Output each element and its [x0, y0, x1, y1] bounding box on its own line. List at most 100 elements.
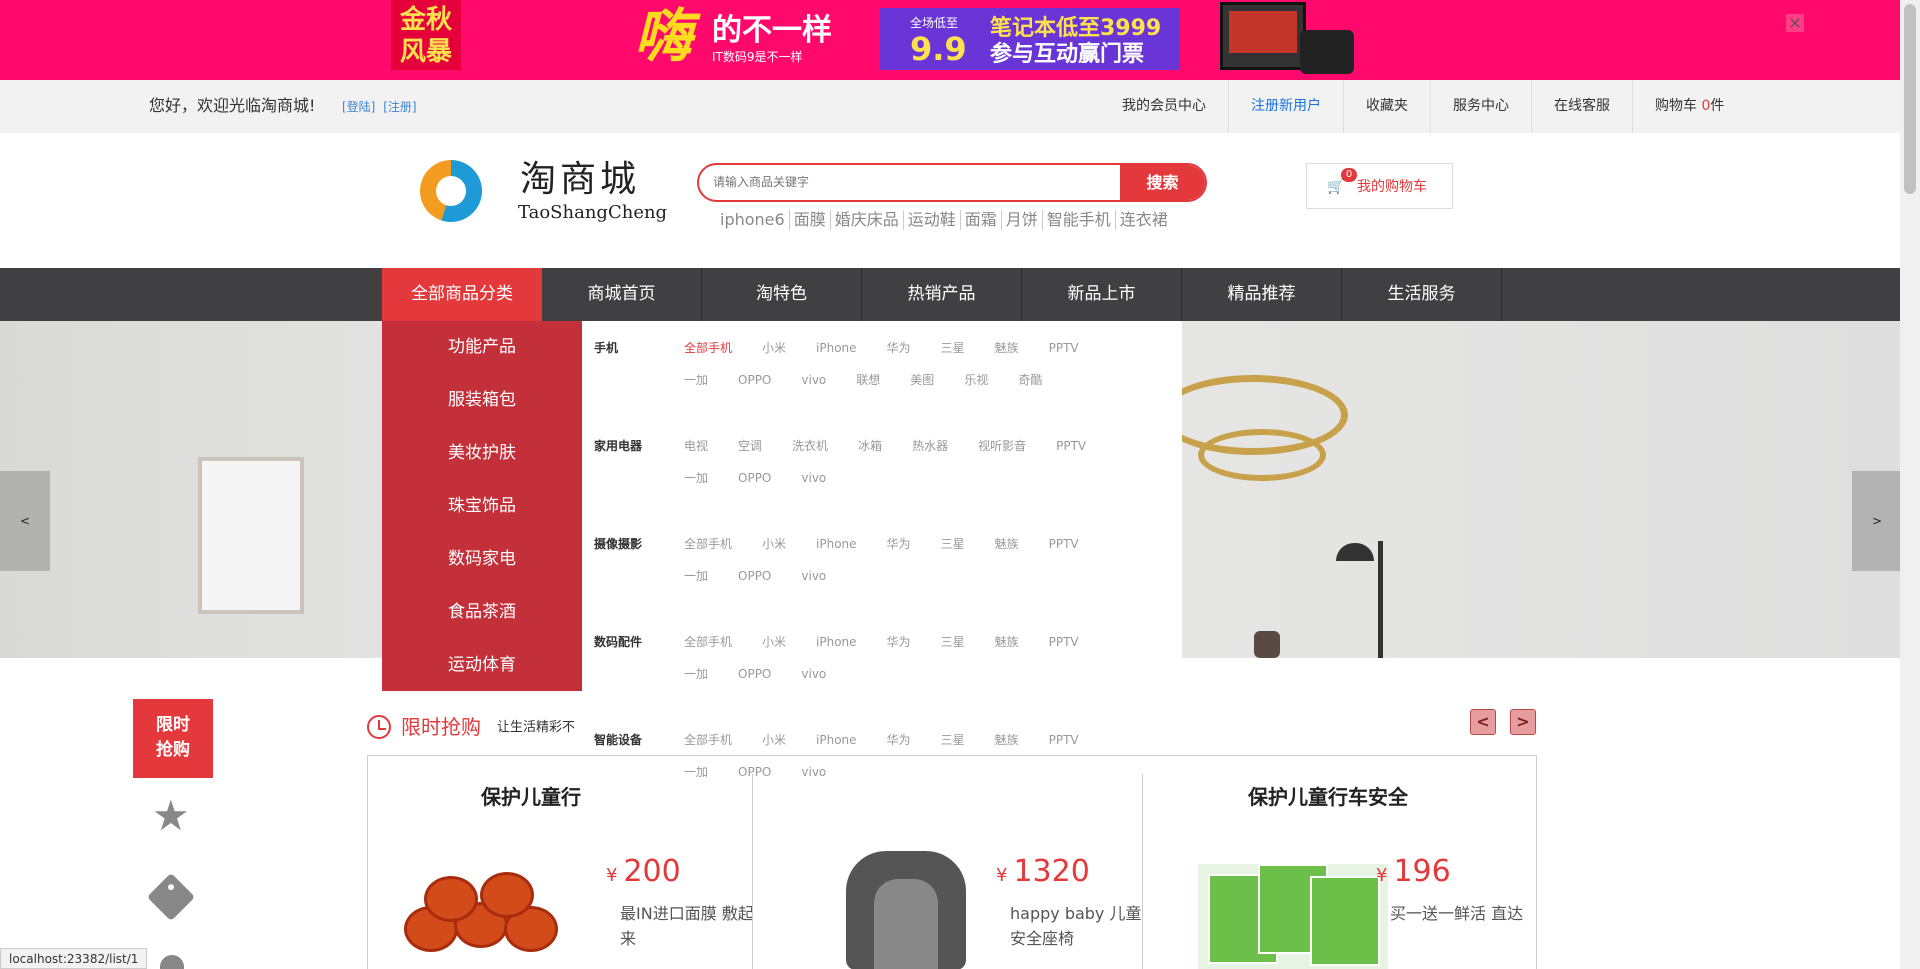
search-button[interactable]: 搜索	[1120, 165, 1205, 200]
product-title: 保护儿童行	[481, 785, 581, 809]
dropdown-item[interactable]: 冰箱	[858, 435, 882, 467]
logo-icon[interactable]	[420, 160, 482, 222]
dropdown-item[interactable]: 小米	[762, 631, 786, 663]
dropdown-item[interactable]: 乐视	[964, 369, 988, 401]
category-item[interactable]: 服装箱包	[382, 374, 582, 427]
dropdown-item[interactable]: 热水器	[912, 435, 948, 467]
dropdown-item[interactable]: vivo	[801, 369, 826, 401]
dropdown-item[interactable]: iPhone	[816, 631, 857, 663]
dropdown-item[interactable]: 三星	[941, 337, 965, 369]
logo-text-en[interactable]: TaoShangCheng	[518, 202, 667, 224]
dropdown-item[interactable]: 魅族	[995, 337, 1019, 369]
close-icon[interactable]: ×	[1786, 14, 1804, 32]
dropdown-item[interactable]: 华为	[887, 631, 911, 663]
category-item[interactable]: 食品茶酒	[382, 586, 582, 639]
product-card[interactable]: 保护儿童行车安全 ¥196 买一送一鲜活 直达	[1154, 756, 1544, 969]
dropdown-item[interactable]: 华为	[887, 337, 911, 369]
dropdown-item[interactable]: OPPO	[738, 467, 771, 499]
category-item[interactable]: 珠宝饰品	[382, 480, 582, 533]
flash-next-button[interactable]: >	[1510, 709, 1536, 735]
dropdown-item[interactable]: 小米	[762, 337, 786, 369]
dropdown-item[interactable]: 三星	[941, 533, 965, 565]
my-cart-button[interactable]: 🛒 0 我的购物车	[1306, 163, 1453, 209]
register-link[interactable]: [注册]	[383, 100, 416, 114]
nav-hot[interactable]: 热销产品	[862, 268, 1022, 321]
dropdown-item[interactable]: 一加	[684, 369, 708, 401]
promo-offer-box[interactable]: 全场低至 9.9 笔记本低至3999 参与互动赢门票	[880, 8, 1180, 70]
carousel-prev-button[interactable]: <	[0, 471, 50, 571]
dropdown-item[interactable]: PPTV	[1049, 533, 1079, 565]
logo-text-cn[interactable]: 淘商城	[520, 160, 640, 200]
login-link[interactable]: [登陆]	[342, 100, 375, 114]
dropdown-item[interactable]: OPPO	[738, 369, 771, 401]
category-item[interactable]: 运动体育	[382, 639, 582, 692]
dropdown-item[interactable]: vivo	[801, 467, 826, 499]
hot-keyword[interactable]: 智能手机	[1043, 210, 1116, 230]
dropdown-item[interactable]: 全部手机	[684, 533, 732, 565]
dropdown-item[interactable]: PPTV	[1049, 631, 1079, 663]
dropdown-item[interactable]: 魅族	[995, 533, 1019, 565]
dropdown-item[interactable]: 一加	[684, 467, 708, 499]
page: 金秋风暴 嗨 的不一样 IT数码9是不一样 全场低至 9.9 笔记本低至3999…	[0, 0, 1920, 969]
dropdown-item[interactable]: 全部手机	[684, 337, 732, 369]
dropdown-item[interactable]: PPTV	[1056, 435, 1086, 467]
dropdown-item[interactable]: 空调	[738, 435, 762, 467]
category-item[interactable]: 数码家电	[382, 533, 582, 586]
dropdown-item[interactable]: 联想	[856, 369, 880, 401]
favorites-link[interactable]: 收藏夹	[1344, 80, 1431, 133]
dropdown-item[interactable]: 视听影音	[978, 435, 1026, 467]
dropdown-item[interactable]: vivo	[801, 565, 826, 597]
dropdown-item[interactable]: 洗衣机	[792, 435, 828, 467]
dropdown-item[interactable]: vivo	[801, 663, 826, 695]
dropdown-item[interactable]: 华为	[887, 533, 911, 565]
product-image-seat	[846, 851, 966, 969]
hot-keyword[interactable]: 婚庆床品	[831, 210, 904, 230]
category-dropdown: 手机 全部手机 小米 iPhone 华为 三星 魅族 PPTV 一加 OPPO …	[582, 321, 1182, 811]
product-card[interactable]: 保护儿童行 ¥200 最IN进口面膜 敷起来	[368, 756, 758, 969]
service-center-link[interactable]: 服务中心	[1431, 80, 1532, 133]
flash-prev-button[interactable]: <	[1470, 709, 1496, 735]
hot-keyword[interactable]: 月饼	[1002, 210, 1043, 230]
category-item[interactable]: 功能产品	[382, 321, 582, 374]
member-center-link[interactable]: 我的会员中心	[1100, 80, 1229, 133]
nav-life-service[interactable]: 生活服务	[1342, 268, 1502, 321]
nav-featured[interactable]: 精品推荐	[1182, 268, 1342, 321]
hot-keyword[interactable]: 连衣裙	[1116, 210, 1172, 230]
dropdown-item[interactable]: iPhone	[816, 337, 857, 369]
hot-keyword[interactable]: iphone6	[716, 210, 790, 230]
nav-new[interactable]: 新品上市	[1022, 268, 1182, 321]
product-card[interactable]: ¥1320 happy baby 儿童安全座椅	[764, 756, 1154, 969]
dropdown-item[interactable]: OPPO	[738, 565, 771, 597]
dropdown-item[interactable]: PPTV	[1049, 337, 1079, 369]
nav-home[interactable]: 商城首页	[542, 268, 702, 321]
hot-keyword[interactable]: 面膜	[790, 210, 831, 230]
page-scrollbar[interactable]	[1900, 0, 1920, 969]
dropdown-item[interactable]: 一加	[684, 663, 708, 695]
hot-keyword[interactable]: 面霜	[961, 210, 1002, 230]
nav-all-categories[interactable]: 全部商品分类	[382, 268, 542, 321]
dropdown-item[interactable]: 魅族	[995, 631, 1019, 663]
dropdown-item[interactable]: 一加	[684, 565, 708, 597]
sidebar-flash-sale[interactable]: 限时 抢购	[133, 699, 213, 778]
dropdown-item[interactable]: 美图	[910, 369, 934, 401]
category-item[interactable]: 美妆护肤	[382, 427, 582, 480]
hot-keyword[interactable]: 运动鞋	[904, 210, 961, 230]
register-new-user-link[interactable]: 注册新用户	[1229, 80, 1344, 133]
carousel-next-button[interactable]: >	[1852, 471, 1900, 571]
online-support-link[interactable]: 在线客服	[1532, 80, 1633, 133]
dropdown-item[interactable]: 奇酷	[1018, 369, 1042, 401]
dropdown-item[interactable]: 全部手机	[684, 631, 732, 663]
dropdown-item[interactable]: 小米	[762, 533, 786, 565]
dropdown-item[interactable]: 三星	[941, 631, 965, 663]
dropdown-item[interactable]: OPPO	[738, 663, 771, 695]
star-icon[interactable]: ★	[152, 795, 190, 837]
search-input[interactable]	[713, 165, 1113, 200]
sidebar-more-icon[interactable]	[160, 955, 184, 969]
dropdown-item[interactable]: 电视	[684, 435, 708, 467]
nav-special[interactable]: 淘特色	[702, 268, 862, 321]
dropdown-item[interactable]: iPhone	[816, 533, 857, 565]
top-cart-link[interactable]: 购物车 0件	[1633, 80, 1746, 133]
scrollbar-thumb[interactable]	[1904, 4, 1916, 194]
tag-icon[interactable]	[146, 872, 196, 922]
promo-banner[interactable]: 金秋风暴 嗨 的不一样 IT数码9是不一样 全场低至 9.9 笔记本低至3999…	[0, 0, 1900, 80]
